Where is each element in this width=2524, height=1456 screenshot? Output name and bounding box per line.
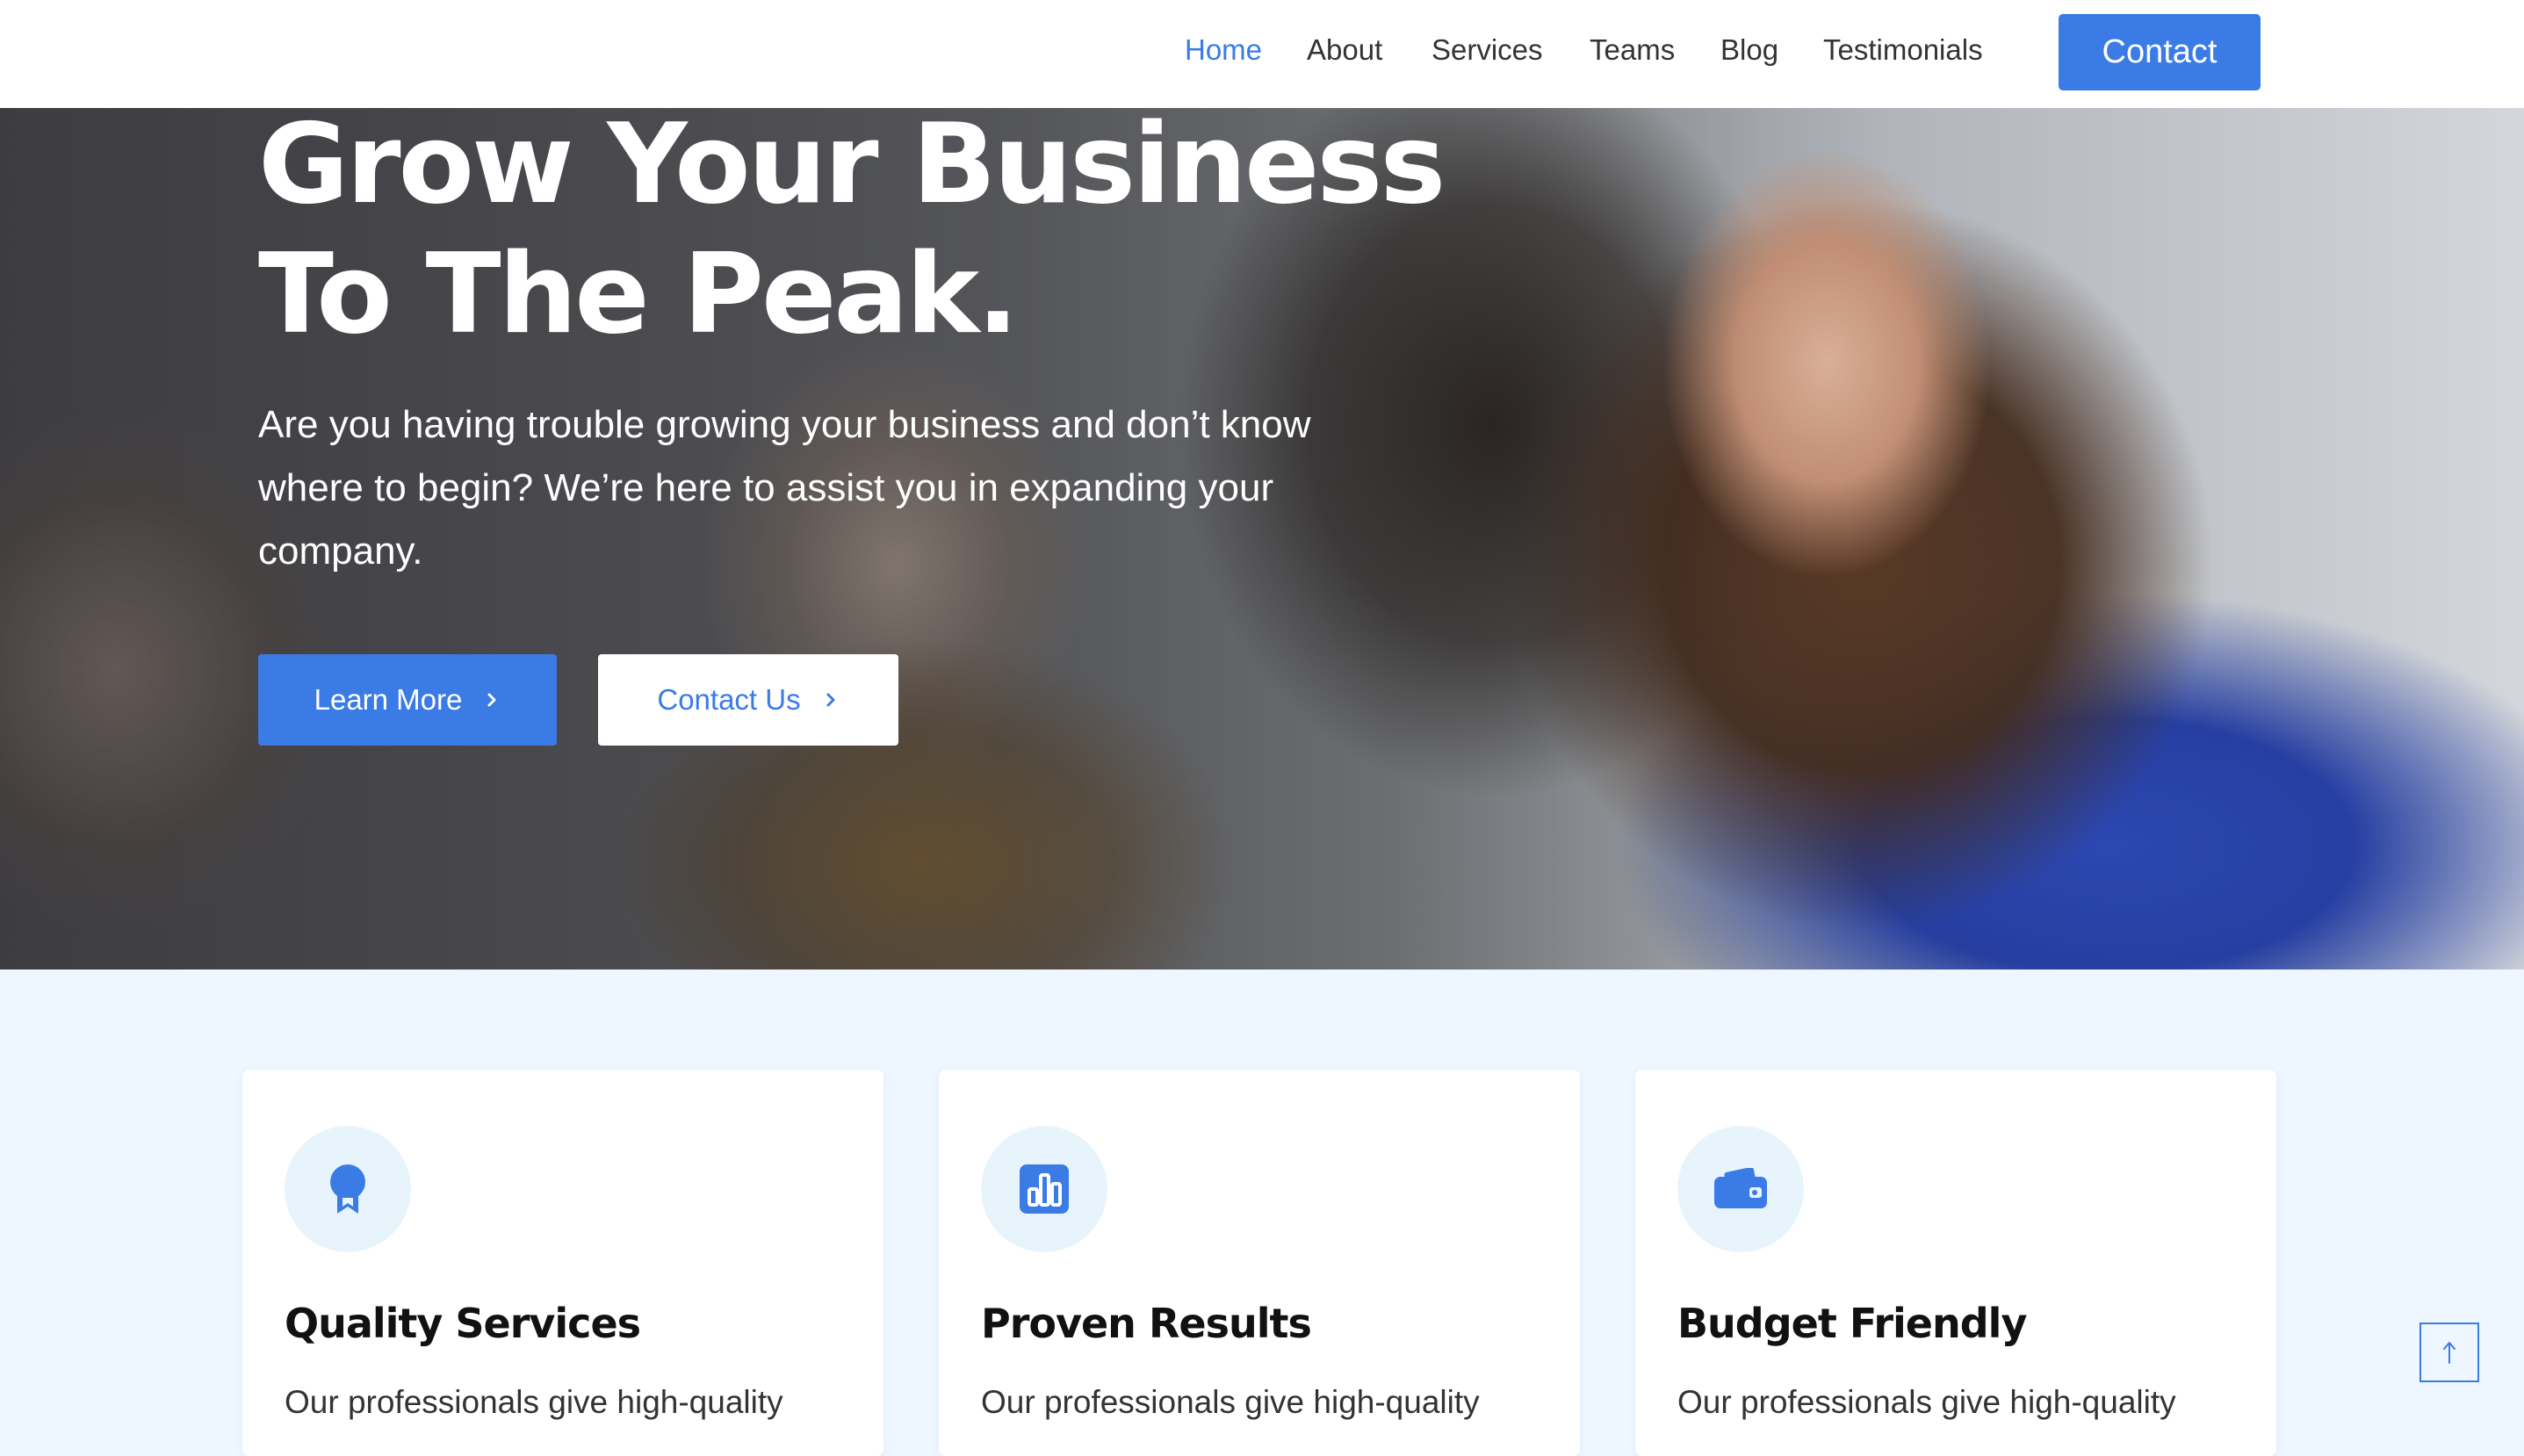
arrow-up-icon: [2443, 1342, 2455, 1364]
feature-text: Our professionals give high-quality: [1677, 1384, 2176, 1420]
nav-link-about[interactable]: About: [1307, 33, 1382, 67]
hero-title: Grow Your Business To The Peak.: [258, 108, 1488, 359]
learn-more-label: Learn More: [314, 683, 463, 716]
hero-description: Are you having trouble growing your busi…: [258, 403, 1311, 573]
hero-title-line-2: To The Peak.: [258, 229, 1019, 358]
chevron-right-icon: [826, 693, 835, 707]
learn-more-button[interactable]: Learn More: [258, 654, 557, 746]
feature-title: Budget Friendly: [1677, 1300, 2027, 1347]
wallet-icon: [1677, 1126, 1804, 1252]
feature-card-results: Proven Results Our professionals give hi…: [939, 1070, 1580, 1456]
top-navbar: Home About Services Teams Blog Testimoni…: [0, 0, 2524, 108]
nav-contact-button[interactable]: Contact: [2059, 14, 2261, 90]
contact-us-label: Contact Us: [657, 683, 801, 716]
feature-title: Quality Services: [285, 1300, 641, 1347]
scroll-to-top-button[interactable]: [2419, 1323, 2479, 1382]
nav-link-home[interactable]: Home: [1185, 33, 1262, 67]
nav-link-blog[interactable]: Blog: [1720, 33, 1778, 67]
feature-text: Our professionals give high-quality: [981, 1384, 1480, 1420]
chevron-right-icon: [487, 693, 496, 707]
nav-link-services[interactable]: Services: [1431, 33, 1543, 67]
feature-card-budget: Budget Friendly Our professionals give h…: [1635, 1070, 2276, 1456]
hero-title-line-1: Grow Your Business: [258, 108, 1446, 228]
hero-section: Grow Your Business To The Peak. Are you …: [0, 108, 2524, 969]
feature-text: Our professionals give high-quality: [285, 1384, 783, 1420]
feature-title: Proven Results: [981, 1300, 1312, 1347]
chart-icon: [981, 1126, 1107, 1252]
nav-link-testimonials[interactable]: Testimonials: [1823, 33, 1983, 67]
award-icon: [285, 1126, 411, 1252]
feature-card-quality: Quality Services Our professionals give …: [242, 1070, 883, 1456]
contact-us-button[interactable]: Contact Us: [598, 654, 898, 746]
nav-link-teams[interactable]: Teams: [1590, 33, 1675, 67]
